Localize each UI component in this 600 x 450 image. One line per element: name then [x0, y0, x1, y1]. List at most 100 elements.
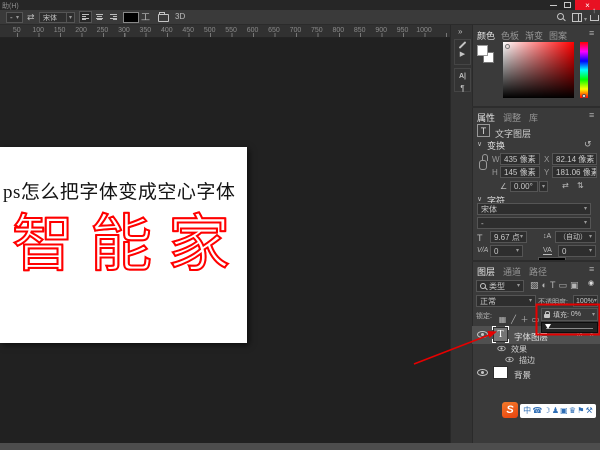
restore-button[interactable] — [561, 0, 574, 10]
tab-properties[interactable]: 属性 — [477, 111, 495, 124]
tab-swatches[interactable]: 色板 — [501, 29, 519, 42]
watermark-icon: ⚒ — [585, 406, 593, 415]
color-field-marker[interactable] — [505, 44, 510, 49]
blend-mode-dropdown[interactable]: 正常 ▾ — [476, 295, 536, 307]
tab-color[interactable]: 颜色 — [477, 29, 495, 42]
transform-collapse-icon[interactable]: ∨ — [477, 140, 482, 148]
threed-mode-button[interactable]: 3D — [175, 13, 185, 21]
lock-option-icon[interactable]: ▦ — [497, 315, 508, 324]
fill-dropdown[interactable]: 填充: 0% ▾ — [541, 308, 598, 321]
lock-option-icon[interactable]: ╱ — [508, 315, 519, 324]
effects-row[interactable]: 效果 — [472, 343, 600, 354]
share-icon[interactable] — [590, 7, 599, 21]
minimize-button[interactable] — [547, 0, 560, 10]
font-family-dropdown[interactable]: 宋体 — [39, 12, 67, 23]
font-family-select[interactable]: 宋体 ▾ — [477, 203, 591, 215]
opacity-dropdown[interactable]: 100% ▾ — [573, 295, 598, 307]
canvas[interactable]: ps怎么把字体变成空心字体 智能家 — [0, 38, 452, 443]
tab-patterns[interactable]: 图案 — [549, 29, 567, 42]
y-field[interactable]: 181.06 像素 — [552, 166, 597, 178]
tab-gradients[interactable]: 渐变 — [525, 29, 543, 42]
layer-filter-type-dropdown[interactable]: 类型 ▾ — [476, 280, 524, 292]
restore-icon — [564, 2, 571, 8]
link-dimensions-icon[interactable] — [479, 154, 488, 170]
fill-slider-handle[interactable] — [545, 324, 551, 329]
lock-icons: ▦ ╱ ＋ ▭ — [497, 309, 541, 324]
tab-adjustments[interactable]: 调整 — [503, 111, 521, 124]
dock-collapse-icon[interactable]: » — [458, 27, 462, 36]
angle-dropdown[interactable]: ▾ — [539, 181, 548, 192]
document[interactable]: ps怎么把字体变成空心字体 智能家 — [0, 147, 247, 343]
font-style-select[interactable]: - ▾ — [477, 217, 591, 229]
hue-slider-marker[interactable] — [582, 94, 586, 98]
warp-text-icon[interactable]: 工 — [141, 13, 150, 22]
layer-filter-icon[interactable]: ◐ — [542, 281, 547, 292]
properties-menu-icon[interactable]: ≡ — [589, 110, 594, 120]
flip-vertical-icon[interactable]: ⇅ — [577, 181, 584, 190]
fill-slider-popup[interactable] — [541, 322, 598, 333]
align-left-button[interactable] — [79, 11, 92, 23]
saturation-brightness-field[interactable] — [503, 42, 574, 98]
layer-filter-icon[interactable]: T — [550, 281, 556, 292]
stroke-effect-row[interactable]: 描边 — [472, 354, 600, 365]
chevron-down-icon[interactable]: ▾ — [584, 16, 587, 23]
text-color-swatch[interactable] — [123, 12, 139, 23]
photoshop-window: 助(H) × -▾ ⇄ 宋体 ▾ 工 3D ▾ 50 100 150 200 250 30… — [0, 0, 600, 450]
tracking-field[interactable]: 0 ▾ — [558, 245, 596, 257]
layer-filter-icon[interactable]: ▨ — [530, 281, 539, 292]
workspace-switcher-icon[interactable] — [572, 13, 582, 22]
font-dropdown-caret[interactable]: ▾ — [66, 12, 75, 23]
visibility-toggle-icon[interactable] — [477, 331, 488, 338]
hollow-text: 智能家 — [11, 210, 247, 280]
visibility-toggle-icon[interactable] — [497, 345, 506, 352]
x-field[interactable]: 82.14 像素 — [552, 153, 597, 165]
leading-field[interactable]: （自动） ▾ — [555, 231, 596, 243]
flip-horizontal-icon[interactable]: ⇄ — [562, 181, 569, 190]
width-field[interactable]: 435 像素 — [500, 153, 540, 165]
color-panel-menu-icon[interactable]: ≡ — [589, 28, 594, 38]
kerning-field[interactable]: 0 ▾ — [490, 245, 523, 257]
tool-preset-dropdown[interactable]: - ▾ — [6, 12, 23, 23]
angle-field[interactable]: 0.00° — [510, 181, 538, 192]
search-icon[interactable] — [557, 13, 564, 20]
lock-option-icon[interactable]: ▭ — [530, 315, 541, 324]
align-center-button[interactable] — [93, 11, 106, 23]
height-field[interactable]: 145 像素 — [500, 166, 540, 178]
ruler-label: 350 — [139, 27, 152, 34]
panel-divider — [472, 260, 600, 262]
tab-channels[interactable]: 通道 — [503, 265, 521, 278]
character-panel-icon[interactable]: A| — [459, 73, 466, 80]
font-size-field[interactable]: 9.67 点 ▾ — [490, 231, 527, 243]
background-thumbnail[interactable] — [493, 366, 508, 379]
toggle-panels-icon[interactable] — [158, 12, 169, 22]
top-ruler[interactable]: 50 100 150 200 250 300 350 400 450 500 550 600 650 70… — [0, 25, 452, 38]
layer-name[interactable]: 背景 — [514, 369, 531, 381]
transform-section-header: 变换 — [487, 141, 506, 151]
hue-slider[interactable] — [580, 42, 588, 98]
character-collapse-icon[interactable]: ∨ — [477, 195, 482, 203]
align-right-button[interactable] — [107, 11, 120, 23]
layer-thumbnail[interactable]: T — [492, 326, 509, 343]
layers-menu-icon[interactable]: ≡ — [589, 264, 594, 274]
watermark-icon: ▣ — [560, 406, 568, 415]
watermark-icon: ☽ — [543, 406, 551, 415]
layer-row-background[interactable]: 背景 — [472, 365, 600, 381]
filter-pin-icon[interactable]: ◉ — [588, 279, 594, 287]
visibility-toggle-icon[interactable] — [477, 369, 488, 376]
foreground-color-swatch[interactable] — [477, 45, 488, 56]
layer-filter-icon[interactable]: ▣ — [570, 281, 579, 292]
layer-filter-icons: ▨ ◐ T ▭ ▣ — [530, 281, 586, 292]
paragraph-panel-icon[interactable]: ¶ — [460, 84, 464, 93]
tab-libraries[interactable]: 库 — [529, 111, 538, 124]
text-orientation-icon[interactable]: ⇄ — [27, 13, 35, 22]
tab-paths[interactable]: 路径 — [529, 265, 547, 278]
watermark-icon: ♛ — [568, 406, 577, 415]
lock-option-icon[interactable]: ＋ — [519, 314, 530, 325]
brush-settings-panel-icon[interactable] — [458, 41, 467, 49]
reset-transform-icon[interactable]: ↺ — [584, 139, 592, 150]
visibility-toggle-icon[interactable] — [505, 356, 514, 363]
tab-layers[interactable]: 图层 — [477, 265, 495, 278]
fill-slider-track[interactable] — [546, 328, 593, 329]
layer-filter-icon[interactable]: ▭ — [558, 281, 567, 292]
dock-triangle-icon[interactable]: ▶ — [460, 50, 465, 58]
